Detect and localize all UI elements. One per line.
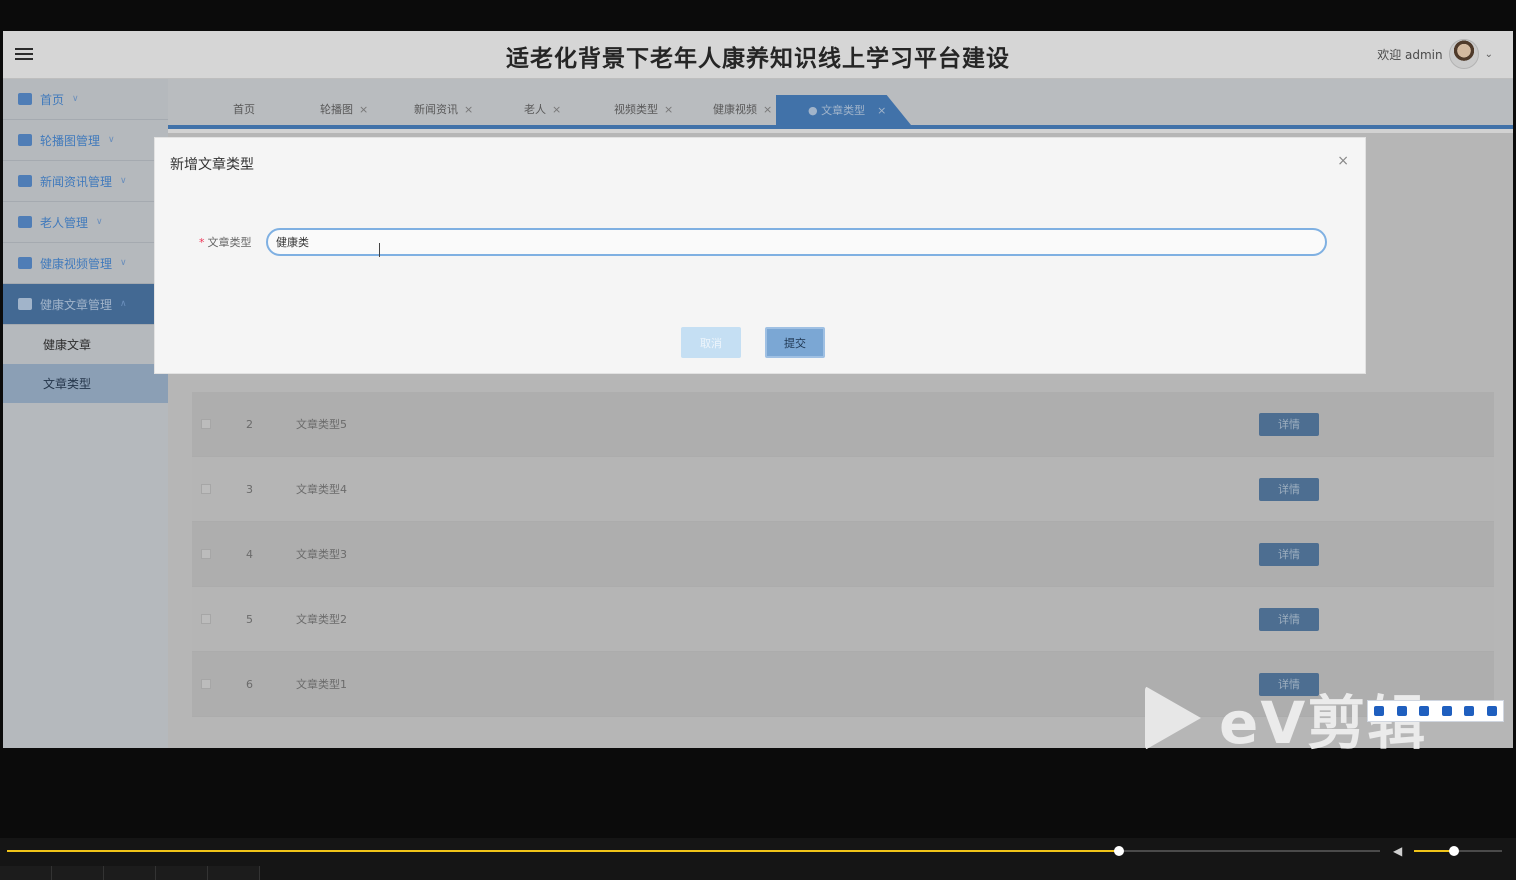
playback-progress[interactable] [7, 846, 1380, 856]
player-segments [0, 866, 260, 880]
segment [208, 866, 260, 880]
mic-icon[interactable] [1419, 706, 1430, 716]
segment [156, 866, 208, 880]
close-icon[interactable]: × [1337, 153, 1349, 169]
apps-icon[interactable] [1486, 706, 1497, 716]
keyboard-icon[interactable] [1441, 706, 1452, 716]
segment [0, 866, 52, 880]
submit-button[interactable]: 提交 [765, 327, 825, 358]
play-logo-icon [1145, 686, 1201, 750]
video-player-bar: ◀︎ [0, 838, 1516, 880]
dialog-title: 新增文章类型 [170, 157, 254, 173]
screen-frame: 适老化背景下老年人康养知识线上学习平台建设 欢迎 admin ⌄ 首页 ∨ 轮播… [0, 0, 1516, 880]
volume-slider[interactable] [1414, 846, 1502, 856]
shirt-icon[interactable] [1464, 706, 1475, 716]
article-type-label: * 文章类型 [199, 234, 252, 250]
segment [104, 866, 156, 880]
article-type-input[interactable] [266, 228, 1327, 256]
text-cursor-icon [379, 243, 385, 257]
volume-icon[interactable]: ◀︎ [1393, 844, 1402, 858]
admin-app: 适老化背景下老年人康养知识线上学习平台建设 欢迎 admin ⌄ 首页 ∨ 轮播… [3, 31, 1513, 748]
progress-knob[interactable] [1114, 846, 1125, 856]
cancel-button[interactable]: 取消 [681, 327, 741, 358]
search-icon[interactable] [1374, 706, 1385, 716]
add-article-type-dialog: 新增文章类型 × *文章类型 取消 提交 [154, 137, 1366, 374]
floating-toolbar [1367, 700, 1504, 722]
progress-fill [7, 850, 1120, 852]
volume-fill [1414, 850, 1454, 852]
required-mark: * [199, 236, 205, 249]
field-label-text: 文章类型 [207, 236, 252, 249]
pin-icon[interactable] [1396, 706, 1407, 716]
segment [52, 866, 104, 880]
volume-knob[interactable] [1448, 846, 1459, 856]
